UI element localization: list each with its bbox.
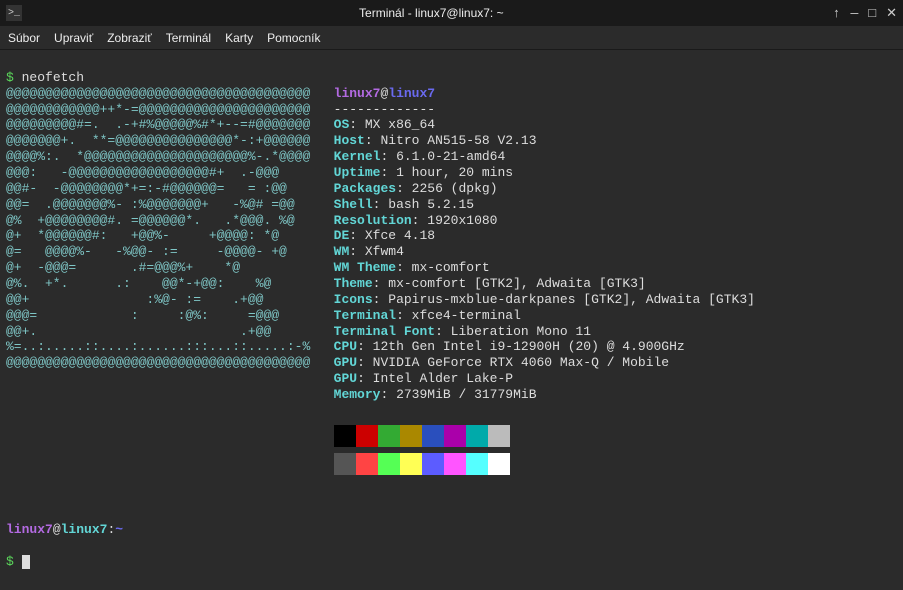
ascii-line: @@@@@@@+. **=@@@@@@@@@@@@@@@*-:+@@@@@@ — [6, 133, 334, 149]
color-swatch — [356, 425, 378, 447]
ascii-line: @@@@%:. *@@@@@@@@@@@@@@@@@@@@@%-.*@@@@ — [6, 149, 334, 165]
info-line: OS: MX x86_64 — [334, 117, 435, 133]
prompt-host: linux7 — [61, 522, 108, 537]
prompt-input-line: $ — [6, 554, 897, 570]
window-close-button[interactable]: ✕ — [886, 6, 897, 21]
color-swatches — [334, 453, 510, 475]
ascii-line: @@@@@@@@@#=. .-+#%@@@@@%#*+--=#@@@@@@@ — [6, 117, 334, 133]
info-line: Packages: 2256 (dpkg) — [334, 181, 498, 197]
info-line: Kernel: 6.1.0-21-amd64 — [334, 149, 506, 165]
ascii-line — [6, 419, 334, 447]
info-line: Host: Nitro AN515-58 V2.13 — [334, 133, 537, 149]
prompt-symbol: $ — [6, 70, 14, 85]
color-swatch — [444, 453, 466, 475]
color-swatch — [488, 425, 510, 447]
info-line: Terminal: xfce4-terminal — [334, 308, 521, 324]
menubar: Súbor Upraviť Zobraziť Terminál Karty Po… — [0, 26, 903, 50]
ascii-line: @+ -@@@= .#=@@@%+ *@ — [6, 260, 334, 276]
ascii-line: @@@: -@@@@@@@@@@@@@@@@@@#+ .-@@@ — [6, 165, 334, 181]
color-swatch — [334, 425, 356, 447]
info-line: Shell: bash 5.2.15 — [334, 197, 474, 213]
info-line: WM Theme: mx-comfort — [334, 260, 490, 276]
info-line: Terminal Font: Liberation Mono 11 — [334, 324, 591, 340]
info-line: Theme: mx-comfort [GTK2], Adwaita [GTK3] — [334, 276, 646, 292]
ascii-line: @@@@@@@@@@@@@@@@@@@@@@@@@@@@@@@@@@@@@@@ — [6, 86, 334, 102]
window-up-button[interactable]: ↑ — [833, 6, 841, 21]
ascii-line — [6, 447, 334, 475]
info-line: Uptime: 1 hour, 20 mins — [334, 165, 513, 181]
prompt-symbol-2: $ — [6, 554, 14, 569]
ascii-line: @@@@@@@@@@@@++*-=@@@@@@@@@@@@@@@@@@@@@@ — [6, 102, 334, 118]
menu-tabs[interactable]: Karty — [225, 31, 253, 45]
ascii-line: @= @@@@%- -%@@- := -@@@@- +@ — [6, 244, 334, 260]
window-title: Terminál - linux7@linux7: ~ — [30, 6, 833, 20]
info-line: WM: Xfwm4 — [334, 244, 404, 260]
menu-terminal[interactable]: Terminál — [166, 31, 211, 45]
menu-view[interactable]: Zobraziť — [107, 31, 152, 45]
blank-line — [6, 491, 897, 507]
info-line: Resolution: 1920x1080 — [334, 213, 498, 229]
prompt-line: linux7@linux7:~ — [6, 522, 897, 538]
info-line: Icons: Papirus-mxblue-darkpanes [GTK2], … — [334, 292, 755, 308]
window-buttons: ↑ — □ ✕ — [833, 6, 897, 21]
window-titlebar: >_ Terminál - linux7@linux7: ~ ↑ — □ ✕ — [0, 0, 903, 26]
menu-file[interactable]: Súbor — [8, 31, 40, 45]
ascii-line — [6, 387, 334, 403]
ascii-line: @@= .@@@@@@@%- :%@@@@@@@+ -%@# =@@ — [6, 197, 334, 213]
color-swatch — [488, 453, 510, 475]
menu-edit[interactable]: Upraviť — [54, 31, 93, 45]
color-swatch — [334, 453, 356, 475]
ascii-line: @@#- -@@@@@@@@*+=:-#@@@@@@= = :@@ — [6, 181, 334, 197]
info-line: linux7@linux7 — [334, 86, 435, 102]
menu-help[interactable]: Pomocník — [267, 31, 320, 45]
prompt-user: linux7 — [6, 522, 53, 537]
ascii-line: @%. +*. .: @@*-+@@: %@ — [6, 276, 334, 292]
ascii-line: %=..:.....::....:......:::...::.....:-% — [6, 339, 334, 355]
ascii-line: @@+. .+@@ — [6, 324, 334, 340]
color-swatch — [356, 453, 378, 475]
terminal-area[interactable]: $ neofetch @@@@@@@@@@@@@@@@@@@@@@@@@@@@@… — [0, 50, 903, 590]
color-swatch — [378, 453, 400, 475]
neofetch-output: @@@@@@@@@@@@@@@@@@@@@@@@@@@@@@@@@@@@@@@ … — [6, 86, 897, 475]
color-swatches — [334, 425, 510, 447]
color-swatch — [400, 425, 422, 447]
info-line: CPU: 12th Gen Intel i9-12900H (20) @ 4.9… — [334, 339, 685, 355]
ascii-line: @+ *@@@@@@#: +@@%- +@@@@: *@ — [6, 228, 334, 244]
color-swatch — [444, 425, 466, 447]
color-swatch — [466, 425, 488, 447]
info-line: DE: Xfce 4.18 — [334, 228, 435, 244]
color-swatch — [400, 453, 422, 475]
ascii-line — [6, 403, 334, 419]
ascii-line: @@@@@@@@@@@@@@@@@@@@@@@@@@@@@@@@@@@@@@@ — [6, 355, 334, 371]
info-line: GPU: NVIDIA GeForce RTX 4060 Max-Q / Mob… — [334, 355, 669, 371]
ascii-line: @@+ :%@- := .+@@ — [6, 292, 334, 308]
window-minimize-button[interactable]: — — [850, 6, 858, 21]
cursor — [22, 555, 30, 569]
prompt-path: ~ — [115, 522, 123, 537]
ascii-line: @@@= : :@%: =@@@ — [6, 308, 334, 324]
command-text: neofetch — [22, 70, 84, 85]
terminal-icon: >_ — [6, 5, 22, 21]
window-maximize-button[interactable]: □ — [868, 6, 876, 21]
info-line: GPU: Intel Alder Lake-P — [334, 371, 513, 387]
ascii-line: @% +@@@@@@@@#. =@@@@@@*. .*@@@. %@ — [6, 213, 334, 229]
color-swatch — [422, 453, 444, 475]
color-swatch — [378, 425, 400, 447]
info-line: ------------- — [334, 102, 435, 118]
color-swatch — [466, 453, 488, 475]
color-swatch — [422, 425, 444, 447]
ascii-line — [6, 371, 334, 387]
info-line: Memory: 2739MiB / 31779MiB — [334, 387, 537, 403]
prompt-at: @ — [53, 522, 61, 537]
